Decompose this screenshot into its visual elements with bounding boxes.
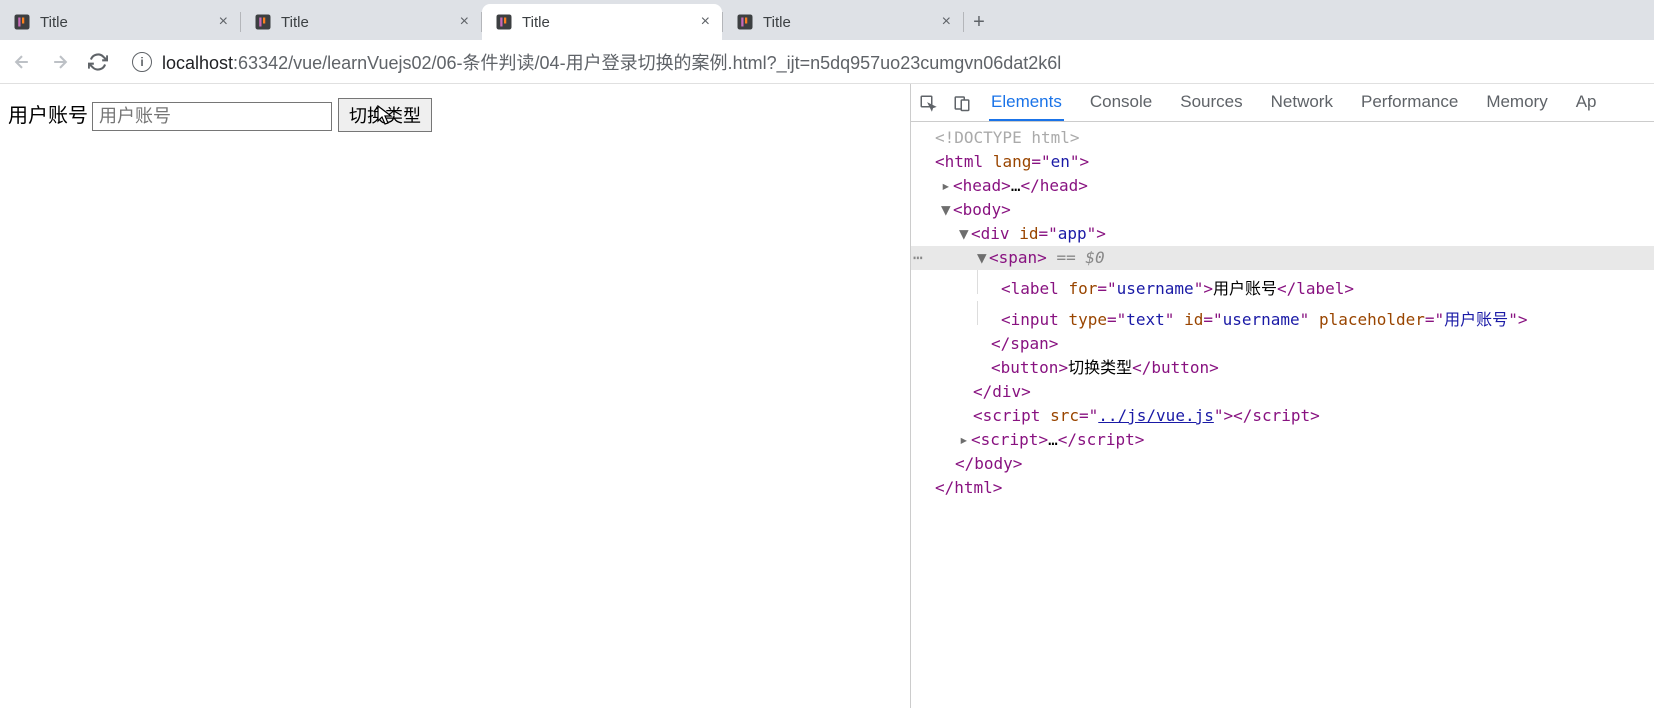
tab-performance[interactable]: Performance [1359, 84, 1460, 121]
devtools-tabs: Elements Console Sources Network Perform… [989, 84, 1599, 121]
dom-node-doctype[interactable]: <!DOCTYPE html> [911, 126, 1654, 150]
tab-favicon-icon [253, 12, 273, 32]
browser-tab[interactable]: Title × [241, 4, 481, 40]
tab-console[interactable]: Console [1088, 84, 1154, 121]
dom-node-html[interactable]: <html lang="en"> [911, 150, 1654, 174]
page-viewport: 用户账号 切换类型 [0, 84, 911, 708]
tab-title: Title [281, 14, 452, 31]
dom-node-button[interactable]: <button>切换类型</button> [911, 356, 1654, 380]
close-icon[interactable]: × [701, 13, 710, 31]
tab-favicon-icon [494, 12, 514, 32]
dom-node-script2[interactable]: ▸<script>…</script> [911, 428, 1654, 452]
devtools-panel: Elements Console Sources Network Perform… [911, 84, 1654, 708]
close-icon[interactable]: × [460, 13, 469, 31]
tab-elements[interactable]: Elements [989, 84, 1064, 121]
url-text: localhost:63342/vue/learnVuejs02/06-条件判读… [162, 49, 1061, 75]
site-info-icon[interactable]: i [132, 52, 152, 72]
username-label: 用户账号 [8, 105, 88, 127]
dom-node-script1[interactable]: <script src="../js/vue.js"></script> [911, 404, 1654, 428]
forward-button[interactable] [48, 50, 72, 74]
dom-node-html-close[interactable]: </html> [911, 476, 1654, 500]
inspect-element-icon[interactable] [911, 84, 945, 121]
dom-node-head[interactable]: ▸<head>…</head> [911, 174, 1654, 198]
dom-node-body[interactable]: ▼<body> [911, 198, 1654, 222]
new-tab-button[interactable]: + [964, 4, 994, 40]
tab-memory[interactable]: Memory [1484, 84, 1549, 121]
reload-button[interactable] [86, 50, 110, 74]
url-display[interactable]: i localhost:63342/vue/learnVuejs02/06-条件… [124, 49, 1644, 75]
dom-node-input[interactable]: <input type="text" id="username" placeho… [911, 301, 1654, 332]
dom-node-label[interactable]: <label for="username">用户账号</label> [911, 270, 1654, 301]
dom-node-div-app[interactable]: ▼<div id="app"> [911, 222, 1654, 246]
device-toolbar-icon[interactable] [945, 84, 979, 121]
tab-title: Title [763, 14, 934, 31]
tab-sources[interactable]: Sources [1178, 84, 1244, 121]
tab-network[interactable]: Network [1269, 84, 1335, 121]
devtools-header: Elements Console Sources Network Perform… [911, 84, 1654, 122]
tab-favicon-icon [12, 12, 32, 32]
browser-tab-strip: Title × Title × Title × Title × + [0, 0, 1654, 40]
close-icon[interactable]: × [942, 13, 951, 31]
tab-favicon-icon [735, 12, 755, 32]
main-split: 用户账号 切换类型 Elements Console Sources Networ… [0, 84, 1654, 708]
browser-tab[interactable]: Title × [0, 4, 240, 40]
browser-tab-active[interactable]: Title × [482, 4, 722, 40]
back-button[interactable] [10, 50, 34, 74]
dom-tree[interactable]: <!DOCTYPE html> <html lang="en"> ▸<head>… [911, 122, 1654, 708]
dom-node-body-close[interactable]: </body> [911, 452, 1654, 476]
dom-node-span-selected[interactable]: ⋯▼<span> == $0 [911, 246, 1654, 270]
username-input[interactable] [92, 102, 332, 131]
close-icon[interactable]: × [219, 13, 228, 31]
dom-node-div-close[interactable]: </div> [911, 380, 1654, 404]
browser-tab[interactable]: Title × [723, 4, 963, 40]
address-bar: i localhost:63342/vue/learnVuejs02/06-条件… [0, 40, 1654, 84]
tab-application[interactable]: Ap [1574, 84, 1599, 121]
toggle-type-button[interactable]: 切换类型 [338, 98, 432, 132]
tab-title: Title [522, 14, 693, 31]
tab-title: Title [40, 14, 211, 31]
dom-node-span-close[interactable]: </span> [911, 332, 1654, 356]
